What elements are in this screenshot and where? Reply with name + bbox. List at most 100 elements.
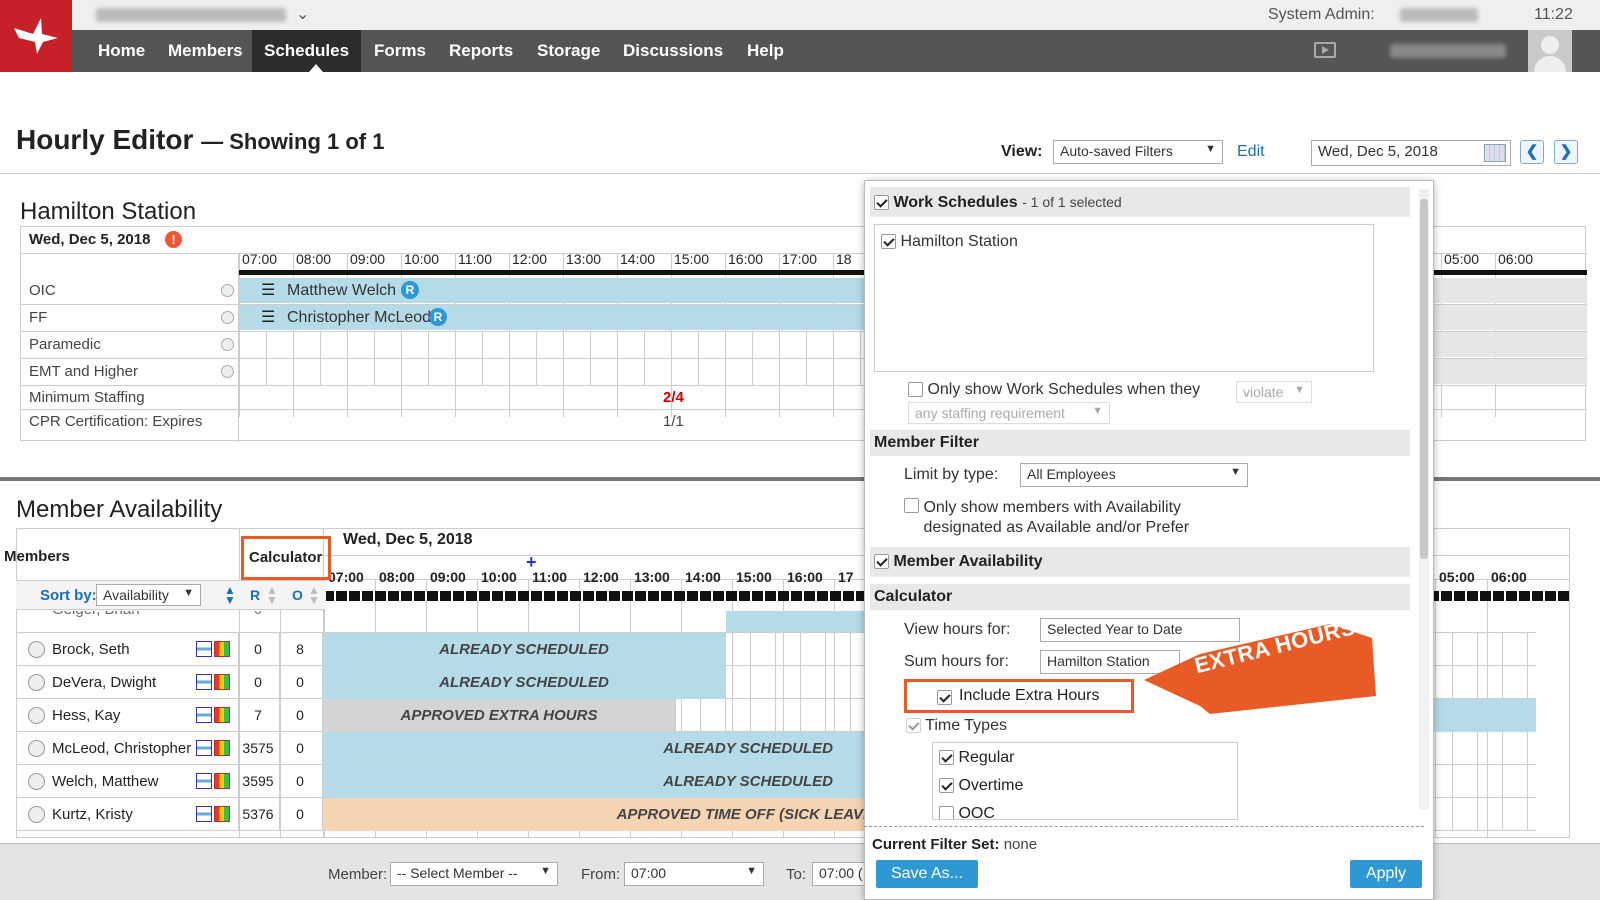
availability-grid-icon[interactable] [214, 740, 230, 756]
include-extra-hours-option[interactable]: Include Extra Hours [904, 679, 1134, 713]
availability-grid-icon[interactable] [214, 773, 230, 789]
time-types-checkbox[interactable] [906, 718, 921, 734]
panel-scrollbar[interactable] [1419, 189, 1429, 809]
shift-bar[interactable]: ☰ Christopher McLeod R [239, 305, 887, 330]
sort-o-icon[interactable]: ▲ ▼ [308, 584, 320, 606]
availability-grid-icon[interactable] [214, 674, 230, 690]
only-show-checkbox[interactable] [908, 382, 923, 398]
nav-help[interactable]: Help [735, 30, 796, 72]
minimum-staffing-value[interactable]: 2/4 [663, 389, 684, 406]
next-date-button[interactable]: ❯ [1554, 140, 1578, 164]
staffing-requirement-select[interactable]: any staffing requirement ▼ [908, 402, 1110, 424]
cell-divider [1452, 798, 1453, 831]
prev-date-button[interactable]: ❮ [1520, 140, 1544, 164]
availability-grid-icon[interactable] [214, 707, 230, 723]
edit-link[interactable]: Edit [1237, 143, 1265, 161]
calendar-icon[interactable] [1484, 144, 1506, 162]
status-bar[interactable]: ALREADY SCHEDULED [323, 732, 873, 765]
nav-forms[interactable]: Forms [362, 30, 438, 72]
calendar-icon[interactable] [196, 707, 212, 723]
position-radio[interactable] [221, 284, 234, 297]
member-name[interactable]: Brock, Seth [52, 641, 130, 658]
sort-arrows-icon[interactable]: ▲ ▼ [224, 584, 236, 606]
position-radio[interactable] [221, 311, 234, 324]
member-name[interactable]: DeVera, Dwight [52, 674, 156, 691]
member-availability-checkbox[interactable] [874, 554, 889, 570]
from-select[interactable]: 07:00 ▼ [624, 862, 764, 886]
position-radio[interactable] [221, 365, 234, 378]
view-select[interactable]: Auto-saved Filters ▼ [1053, 140, 1223, 164]
availability-grid-icon[interactable] [214, 806, 230, 822]
overtime-checkbox[interactable] [939, 778, 954, 794]
member-select-radio[interactable] [28, 773, 45, 790]
member-name[interactable]: Kurtz, Kristy [52, 806, 133, 823]
sort-select[interactable]: Availability ▼ [96, 584, 201, 606]
calendar-icon[interactable] [196, 773, 212, 789]
app-logo[interactable] [0, 0, 72, 72]
ooc-checkbox[interactable] [939, 806, 954, 819]
violate-select[interactable]: violate ▼ [1236, 381, 1312, 403]
only-show-option[interactable]: Only show Work Schedules when they [908, 381, 1200, 399]
avatar[interactable] [1528, 30, 1572, 72]
cpr-certification-value[interactable]: 1/1 [663, 413, 684, 430]
nav-members[interactable]: Members [156, 30, 255, 72]
time-type-regular[interactable]: Regular [939, 749, 1014, 767]
only-members-option[interactable]: Only show members with Availability desig… [904, 498, 1189, 538]
status-bar[interactable]: ALREADY SCHEDULED [323, 666, 725, 699]
time-type-ooc[interactable]: OOC [939, 805, 995, 819]
member-select-radio[interactable] [28, 641, 45, 658]
member-select-radio[interactable] [28, 707, 45, 724]
member-name[interactable]: Geiger, Brian [52, 611, 140, 618]
member-select-radio[interactable] [28, 674, 45, 691]
to-select[interactable]: 07:00 ( [812, 862, 872, 886]
members-header: Members [4, 548, 70, 565]
status-bar[interactable]: ALREADY SCHEDULED [323, 633, 725, 666]
time-type-overtime[interactable]: Overtime [939, 777, 1023, 795]
nav-storage[interactable]: Storage [525, 30, 612, 72]
add-icon[interactable]: + [526, 552, 537, 573]
position-radio[interactable] [221, 338, 234, 351]
member-name[interactable]: McLeod, Christopher [52, 740, 191, 757]
apply-button[interactable]: Apply [1350, 860, 1422, 888]
work-schedules-checkbox[interactable] [874, 195, 889, 211]
drag-handle-icon[interactable]: ☰ [261, 307, 275, 327]
video-icon[interactable] [1314, 42, 1336, 58]
limit-type-select[interactable]: All Employees ▼ [1020, 463, 1248, 487]
nav-discussions[interactable]: Discussions [611, 30, 735, 72]
station-option[interactable]: Hamilton Station [881, 233, 1018, 251]
member-name[interactable]: Welch, Matthew [52, 773, 158, 790]
status-bar[interactable]: APPROVED TIME OFF (SICK LEAVE [323, 798, 873, 831]
regular-checkbox[interactable] [939, 750, 954, 766]
o-column-header[interactable]: O [292, 587, 303, 603]
only-members-checkbox[interactable] [904, 498, 919, 513]
status-bar[interactable]: ALREADY SCHEDULED [323, 765, 873, 798]
member-select-radio[interactable] [28, 740, 45, 757]
member-select-radio[interactable] [28, 806, 45, 823]
availability-grid-icon[interactable] [214, 641, 230, 657]
nav-home[interactable]: Home [86, 30, 157, 72]
calendar-icon[interactable] [196, 740, 212, 756]
status-bar[interactable]: APPROVED EXTRA HOURS [323, 699, 675, 732]
member-name[interactable]: Hess, Kay [52, 707, 120, 724]
date-input[interactable]: Wed, Dec 5, 2018 [1311, 140, 1511, 166]
chevron-down-icon[interactable]: ⌄ [296, 4, 309, 24]
cell-divider [1452, 732, 1453, 765]
dropdown-arrow-icon: ▼ [1230, 466, 1241, 478]
member-select[interactable]: -- Select Member -- ▼ [390, 862, 558, 886]
calendar-icon[interactable] [196, 806, 212, 822]
shift-bar[interactable]: ☰ Matthew Welch R [239, 278, 887, 303]
calendar-icon[interactable] [196, 674, 212, 690]
time-types-option[interactable]: Time Types [906, 717, 1007, 735]
sort-r-icon[interactable]: ▲ ▼ [266, 584, 278, 606]
drag-handle-icon[interactable]: ☰ [261, 280, 275, 300]
user-name[interactable] [1390, 44, 1506, 58]
calendar-icon[interactable] [196, 641, 212, 657]
r-column-header[interactable]: R [250, 587, 260, 603]
include-extra-hours-checkbox[interactable] [937, 690, 952, 705]
nav-reports[interactable]: Reports [437, 30, 525, 72]
save-as-button[interactable]: Save As... [876, 860, 978, 888]
position-label: FF [29, 309, 48, 326]
organization-selector[interactable] [96, 8, 286, 22]
station-option-checkbox[interactable] [881, 234, 896, 250]
nav-schedules[interactable]: Schedules [252, 30, 362, 72]
